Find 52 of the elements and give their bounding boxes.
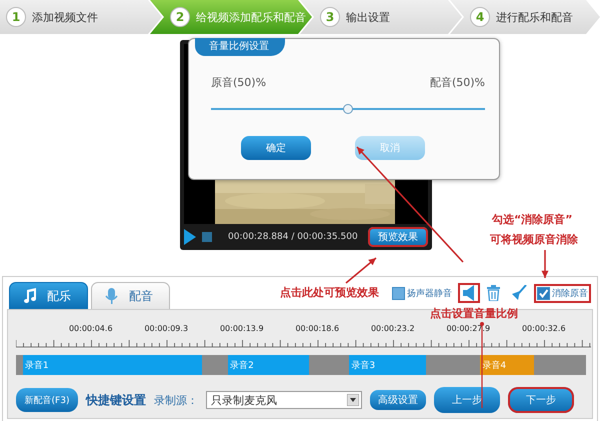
- slider-thumb[interactable]: [343, 104, 353, 114]
- ruler-label: 00:00:09.3: [143, 324, 190, 335]
- preview-button[interactable]: 预览效果: [368, 227, 428, 247]
- step-number: 2: [170, 7, 190, 27]
- ruler-label: 00:00:18.6: [294, 324, 340, 335]
- microphone-icon: [104, 288, 119, 304]
- confirm-button[interactable]: 确定: [241, 136, 311, 160]
- step-label: 添加视频文件: [32, 10, 98, 24]
- speaker-icon: [462, 285, 476, 301]
- original-volume-label: 原音(50)%: [211, 75, 266, 90]
- time-display: 00:00:28.884 / 00:00:35.500: [228, 232, 358, 242]
- step-number: 1: [6, 7, 26, 27]
- step-tab[interactable]: 1 添加视频文件: [0, 0, 162, 34]
- checkmark-icon: [538, 288, 549, 298]
- audio-clip[interactable]: 录音3: [349, 355, 426, 375]
- source-label: 录制源：: [154, 392, 198, 408]
- panel-tab[interactable]: 配乐: [9, 282, 88, 309]
- ruler-label: 00:00:32.6: [520, 324, 567, 335]
- ruler-label: 00:00:13.9: [218, 324, 265, 335]
- audio-clip[interactable]: 录音4: [480, 355, 534, 375]
- checkbox[interactable]: 扬声器静音: [389, 284, 455, 302]
- audio-clip[interactable]: 录音1: [22, 355, 202, 375]
- ruler-label: 00:00:04.6: [68, 324, 114, 335]
- step-number: 4: [470, 7, 490, 27]
- annotation-arrow: [542, 250, 548, 278]
- panel-tab[interactable]: 配音: [91, 282, 170, 309]
- step-tab[interactable]: 4 进行配乐和配音: [450, 0, 600, 34]
- dub-volume-label: 配音(50)%: [430, 75, 485, 90]
- trash-icon: [487, 285, 500, 301]
- step-label: 输出设置: [346, 10, 390, 24]
- annotation-text: 点击设置音量比例: [430, 306, 518, 321]
- next-step-button[interactable]: 下一步: [508, 387, 574, 413]
- stop-icon: [202, 232, 212, 242]
- music-note-icon: [22, 288, 37, 304]
- step-tab[interactable]: 2 给视频添加配乐和配音: [150, 0, 312, 34]
- ruler-label: 00:00:23.2: [370, 324, 416, 335]
- previous-step-button[interactable]: 上一步: [434, 387, 500, 413]
- annotation-text: 可将视频原音消除: [490, 232, 578, 247]
- broom-icon: [511, 285, 527, 301]
- step-number: 3: [320, 7, 340, 27]
- play-icon: [184, 229, 196, 245]
- new-dubbing-button[interactable]: 新配音(F3): [16, 388, 78, 412]
- audio-clip[interactable]: 录音2: [228, 355, 310, 375]
- annotation-text: 点击此处可预览效果: [280, 285, 379, 300]
- source-dropdown[interactable]: 只录制麦克风: [206, 391, 362, 409]
- dropdown-arrow-icon: [347, 394, 359, 406]
- annotation-text: 勾选“消除原音”: [492, 212, 572, 227]
- speaker-button[interactable]: [458, 283, 480, 303]
- checkbox[interactable]: 消除原音: [534, 284, 591, 302]
- shortcut-settings-link[interactable]: 快捷键设置: [86, 392, 146, 408]
- step-label: 进行配乐和配音: [496, 10, 573, 24]
- advanced-settings-button[interactable]: 高级设置: [370, 390, 426, 410]
